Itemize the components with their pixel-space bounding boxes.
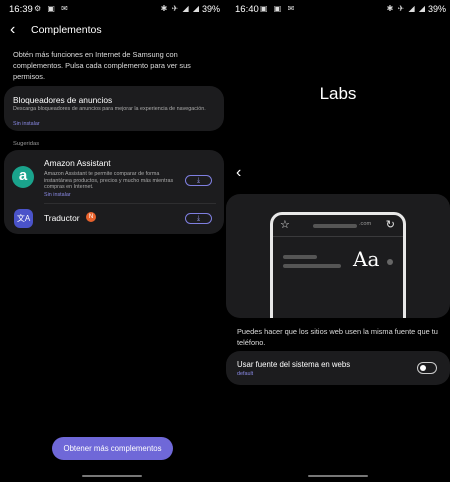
url-placeholder xyxy=(313,224,357,228)
setting-label: Usar fuente del sistema en webs xyxy=(237,360,351,369)
page-title: Complementos xyxy=(31,24,102,36)
ad-blockers-title: Bloqueadores de anuncios xyxy=(13,95,113,105)
text-line-placeholder xyxy=(283,264,341,268)
status-time: 16:39 xyxy=(9,4,33,15)
app-bar: ‹ Complementos xyxy=(0,22,224,40)
phone-illustration: ☆ .com ↻ Aa xyxy=(270,212,406,318)
status-bar: 16:40 ▣ ▣ ✉ ✱ ✈ ◢ ◢ 39% xyxy=(226,0,450,18)
suggested-card: a Amazon Assistant Amazon Assistant te p… xyxy=(4,150,224,234)
intro-text: Obtén más funciones en Internet de Samsu… xyxy=(13,50,191,81)
page-title: Labs xyxy=(319,84,357,103)
labs-screen: 16:40 ▣ ▣ ✉ ✱ ✈ ◢ ◢ 39% Labs ‹ ☆ .com ↻ … xyxy=(226,0,450,482)
setting-value: default xyxy=(237,371,254,377)
reload-icon: ↻ xyxy=(385,219,395,231)
back-arrow-icon[interactable]: ‹ xyxy=(10,22,15,38)
back-arrow-icon[interactable]: ‹ xyxy=(236,165,241,181)
font-preview-card: ☆ .com ↻ Aa xyxy=(226,194,450,318)
notification-icons: ⚙ ▣ ✉ xyxy=(34,4,70,13)
toggle-knob xyxy=(420,364,426,371)
font-sample: Aa xyxy=(353,247,380,271)
download-button[interactable]: ⤓ xyxy=(185,175,212,186)
gesture-bar[interactable] xyxy=(308,475,368,477)
download-icon: ⤓ xyxy=(196,215,201,222)
translate-icon: 文A xyxy=(14,209,33,228)
status-time: 16:40 xyxy=(235,4,259,15)
system-icons: ✱ ✈ ◢ ◢ xyxy=(160,4,200,13)
extension-description: Amazon Assistant te permite comparar de … xyxy=(44,171,174,191)
feature-description: Puedes hacer que los sitios web usen la … xyxy=(237,327,438,347)
ad-blockers-status: Sin instalar xyxy=(13,121,40,127)
list-item-traductor[interactable]: 文A Traductor N ⤓ xyxy=(4,205,224,234)
list-item-amazon-assistant[interactable]: a Amazon Assistant Amazon Assistant te p… xyxy=(4,154,224,200)
section-label: Sugeridas xyxy=(13,141,40,147)
browser-bar: ☆ .com ↻ xyxy=(273,215,403,237)
download-icon: ⤓ xyxy=(196,177,201,184)
battery-level: 39% xyxy=(427,4,446,14)
ad-blockers-card[interactable]: Bloqueadores de anuncios Descarga bloque… xyxy=(4,86,224,131)
battery-level: 39% xyxy=(201,4,220,14)
status-bar: 16:39 ⚙ ▣ ✉ ✱ ✈ ◢ ◢ 39% xyxy=(0,0,224,18)
text-line-placeholder xyxy=(283,255,317,259)
divider xyxy=(44,203,216,204)
notification-icons: ▣ ▣ ✉ xyxy=(260,4,297,13)
addons-screen: 16:39 ⚙ ▣ ✉ ✱ ✈ ◢ ◢ 39% ‹ Complementos O… xyxy=(0,0,224,482)
dot-placeholder xyxy=(387,259,393,265)
system-font-setting[interactable]: Usar fuente del sistema en webs default xyxy=(226,351,450,385)
gesture-bar[interactable] xyxy=(82,475,142,477)
url-suffix: .com xyxy=(359,221,372,227)
extension-status: Sin instalar xyxy=(44,192,71,198)
system-icons: ✱ ✈ ◢ ◢ xyxy=(386,4,426,13)
get-more-addons-button[interactable]: Obtener más complementos xyxy=(52,437,173,460)
extension-name: Amazon Assistant xyxy=(44,158,111,168)
amazon-icon: a xyxy=(12,166,34,188)
extension-name: Traductor xyxy=(44,213,80,223)
star-icon: ☆ xyxy=(280,219,290,231)
ad-blockers-description: Descarga bloqueadores de anuncios para m… xyxy=(13,106,206,112)
new-badge: N xyxy=(86,212,96,222)
download-button[interactable]: ⤓ xyxy=(185,213,212,224)
system-font-toggle[interactable] xyxy=(417,362,437,374)
